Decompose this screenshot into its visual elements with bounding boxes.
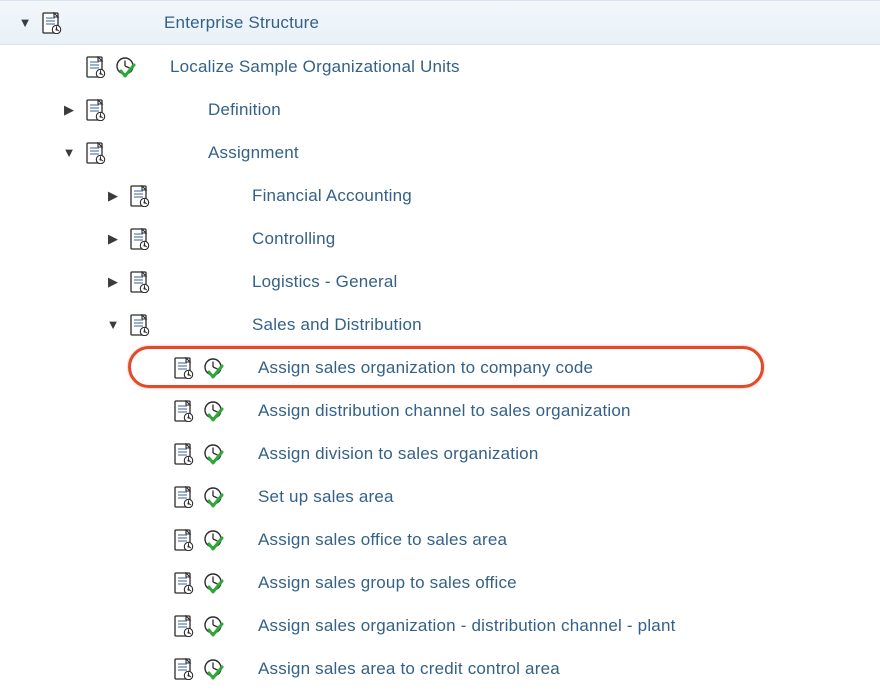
document-icon xyxy=(80,56,110,78)
document-icon xyxy=(168,658,198,680)
document-icon xyxy=(168,529,198,551)
tree-row[interactable]: ▶ Logistics - General xyxy=(0,260,880,303)
tree-row[interactable]: ▶ Definition xyxy=(0,88,880,131)
img-tree: ▼ Enterprise Structure Localize Sample O… xyxy=(0,0,880,690)
document-icon xyxy=(168,357,198,379)
tree-row[interactable]: Set up sales area xyxy=(0,475,880,518)
tree-label: Enterprise Structure xyxy=(164,13,319,33)
document-icon xyxy=(80,142,110,164)
tree-row[interactable]: Assign division to sales organization xyxy=(0,432,880,475)
tree-label: Set up sales area xyxy=(258,487,394,507)
tree-label: Assign sales organization - distribution… xyxy=(258,616,676,636)
clock-check-icon[interactable] xyxy=(198,443,228,465)
tree-row[interactable]: ▶ Financial Accounting xyxy=(0,174,880,217)
expand-toggle[interactable]: ▶ xyxy=(102,231,124,247)
tree-label: Definition xyxy=(208,100,281,120)
tree-label: Sales and Distribution xyxy=(252,315,422,335)
clock-check-icon[interactable] xyxy=(198,357,228,379)
tree-label: Logistics - General xyxy=(252,272,398,292)
tree-row[interactable]: ▶ Controlling xyxy=(0,217,880,260)
clock-check-icon[interactable] xyxy=(198,572,228,594)
tree-label: Localize Sample Organizational Units xyxy=(170,57,460,77)
document-icon xyxy=(80,99,110,121)
clock-check-icon[interactable] xyxy=(198,658,228,680)
expand-toggle[interactable]: ▼ xyxy=(102,317,124,332)
tree-row[interactable]: Assign sales area to credit control area xyxy=(0,647,880,690)
tree-label: Assign sales organization to company cod… xyxy=(258,358,593,378)
tree-row[interactable]: ▼ Sales and Distribution xyxy=(0,303,880,346)
tree-row[interactable]: Assign sales office to sales area xyxy=(0,518,880,561)
tree-row[interactable]: Assign distribution channel to sales org… xyxy=(0,389,880,432)
expand-toggle[interactable]: ▶ xyxy=(102,188,124,204)
tree-row[interactable]: Assign sales organization - distribution… xyxy=(0,604,880,647)
document-icon xyxy=(168,443,198,465)
document-icon xyxy=(168,400,198,422)
document-icon xyxy=(168,486,198,508)
clock-check-icon[interactable] xyxy=(198,486,228,508)
tree-row[interactable]: ▼ Assignment xyxy=(0,131,880,174)
document-icon xyxy=(124,185,154,207)
tree-label: Assign distribution channel to sales org… xyxy=(258,401,631,421)
document-icon xyxy=(168,572,198,594)
document-icon xyxy=(124,228,154,250)
document-icon xyxy=(168,615,198,637)
tree-label: Controlling xyxy=(252,229,335,249)
clock-check-icon[interactable] xyxy=(198,615,228,637)
tree-row[interactable]: Localize Sample Organizational Units xyxy=(0,45,880,88)
tree-row-highlighted[interactable]: Assign sales organization to company cod… xyxy=(0,346,880,389)
document-icon xyxy=(36,12,66,34)
document-icon xyxy=(124,314,154,336)
expand-toggle[interactable]: ▼ xyxy=(14,15,36,30)
clock-check-icon[interactable] xyxy=(198,400,228,422)
clock-check-icon[interactable] xyxy=(198,529,228,551)
tree-label: Assignment xyxy=(208,143,299,163)
tree-label: Assign sales group to sales office xyxy=(258,573,517,593)
expand-toggle[interactable]: ▶ xyxy=(58,102,80,118)
tree-label: Financial Accounting xyxy=(252,186,412,206)
tree-label: Assign sales office to sales area xyxy=(258,530,507,550)
expand-toggle[interactable]: ▼ xyxy=(58,145,80,160)
document-icon xyxy=(124,271,154,293)
tree-row-root[interactable]: ▼ Enterprise Structure xyxy=(0,0,880,45)
clock-check-icon[interactable] xyxy=(110,56,140,78)
tree-row[interactable]: Assign sales group to sales office xyxy=(0,561,880,604)
tree-label: Assign sales area to credit control area xyxy=(258,659,560,679)
tree-label: Assign division to sales organization xyxy=(258,444,539,464)
expand-toggle[interactable]: ▶ xyxy=(102,274,124,290)
